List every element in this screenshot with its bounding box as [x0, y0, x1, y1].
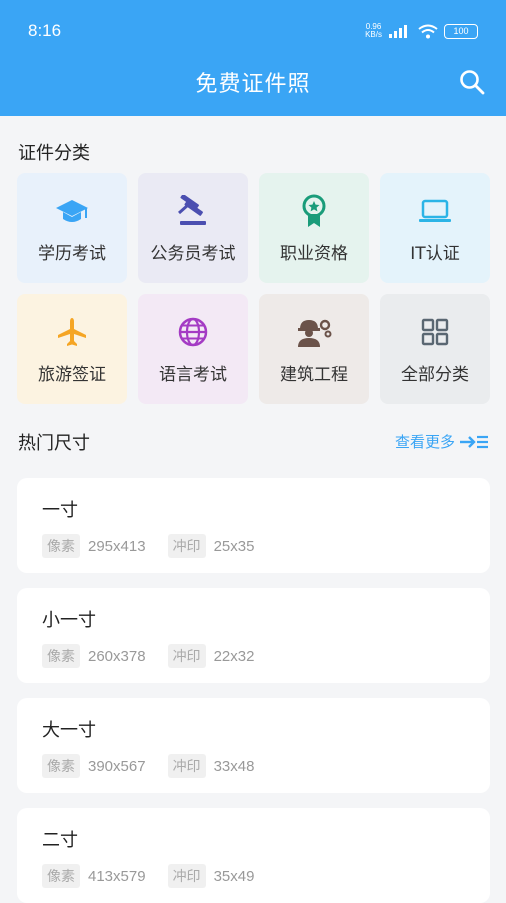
category-label: 学历考试 [38, 243, 106, 264]
category-travel-visa[interactable]: 旅游签证 [17, 294, 127, 404]
category-construction-engineering[interactable]: 建筑工程 [259, 294, 369, 404]
status-bar: 8:16 0.96 KB/s 100 [28, 20, 478, 42]
award-badge-icon [296, 193, 332, 229]
size-card-2[interactable]: 小一寸 像素 260x378 冲印 22x32 [17, 588, 490, 683]
print-tag: 冲印 [167, 644, 206, 668]
print-value: 33x48 [213, 757, 255, 775]
category-grid: 学历考试 公务员考试 职业资格 IT认证 旅游签证 语言考试 建筑工程 全部分类 [17, 173, 491, 404]
category-label: 语言考试 [159, 364, 227, 385]
status-time: 8:16 [28, 21, 62, 40]
size-card-4[interactable]: 二寸 像素 413x579 冲印 35x49 [17, 808, 490, 903]
print-tag: 冲印 [167, 534, 206, 558]
print-value: 25x35 [213, 537, 255, 555]
grid-icon [417, 314, 453, 350]
category-civil-service-exam[interactable]: 公务员考试 [138, 173, 248, 283]
network-speed-unit: KB/s [365, 30, 382, 39]
view-more-link[interactable]: 查看更多 [395, 431, 489, 452]
category-label: 旅游签证 [38, 364, 106, 385]
status-icons: 0.96 KB/s 100 [365, 23, 478, 39]
pixel-value: 260x378 [88, 647, 146, 665]
print-tag: 冲印 [167, 864, 206, 888]
size-meta: 像素 260x378 冲印 22x32 [42, 644, 276, 668]
category-label: 建筑工程 [280, 364, 348, 385]
category-label: IT认证 [410, 243, 460, 264]
size-meta: 像素 413x579 冲印 35x49 [42, 864, 276, 888]
categories-heading: 证件分类 [18, 143, 90, 164]
view-more-label: 查看更多 [394, 433, 455, 451]
globe-icon [175, 314, 211, 350]
graduation-cap-icon [54, 193, 90, 229]
size-meta: 像素 295x413 冲印 25x35 [42, 534, 276, 558]
search-icon[interactable] [458, 68, 486, 96]
pixel-value: 413x579 [88, 867, 146, 885]
engineer-icon [296, 314, 332, 350]
arrow-right-list-icon [460, 435, 488, 448]
pixel-tag: 像素 [42, 644, 80, 668]
category-label: 职业资格 [280, 243, 348, 264]
pixel-tag: 像素 [42, 754, 80, 778]
size-name: 二寸 [42, 830, 78, 851]
category-all[interactable]: 全部分类 [380, 294, 490, 404]
category-it-certification[interactable]: IT认证 [380, 173, 490, 283]
battery-indicator: 100 [444, 23, 478, 39]
category-professional-qualification[interactable]: 职业资格 [259, 173, 369, 283]
pixel-tag: 像素 [42, 534, 80, 558]
size-name: 一寸 [42, 500, 78, 521]
category-label: 公务员考试 [150, 243, 236, 264]
size-card-3[interactable]: 大一寸 像素 390x567 冲印 33x48 [17, 698, 490, 793]
signal-icon [389, 25, 407, 38]
hot-sizes-heading: 热门尺寸 [18, 433, 90, 454]
category-label: 全部分类 [401, 364, 469, 385]
size-name: 小一寸 [42, 610, 96, 631]
wifi-icon [418, 24, 438, 38]
size-name: 大一寸 [42, 720, 96, 741]
size-meta: 像素 390x567 冲印 33x48 [42, 754, 276, 778]
pixel-value: 390x567 [88, 757, 146, 775]
airplane-icon [54, 314, 90, 350]
page-title: 免费证件照 [195, 72, 311, 97]
category-language-exam[interactable]: 语言考试 [138, 294, 248, 404]
pixel-value: 295x413 [88, 537, 146, 555]
print-tag: 冲印 [167, 754, 206, 778]
gavel-icon [175, 193, 211, 229]
app-header: 8:16 0.96 KB/s 100 免费证件照 [0, 0, 506, 116]
size-card-1[interactable]: 一寸 像素 295x413 冲印 25x35 [17, 478, 490, 573]
print-value: 22x32 [213, 647, 255, 665]
print-value: 35x49 [213, 867, 255, 885]
pixel-tag: 像素 [42, 864, 80, 888]
laptop-icon [417, 193, 453, 229]
category-education-exam[interactable]: 学历考试 [17, 173, 127, 283]
network-speed: 0.96 KB/s [365, 23, 382, 39]
